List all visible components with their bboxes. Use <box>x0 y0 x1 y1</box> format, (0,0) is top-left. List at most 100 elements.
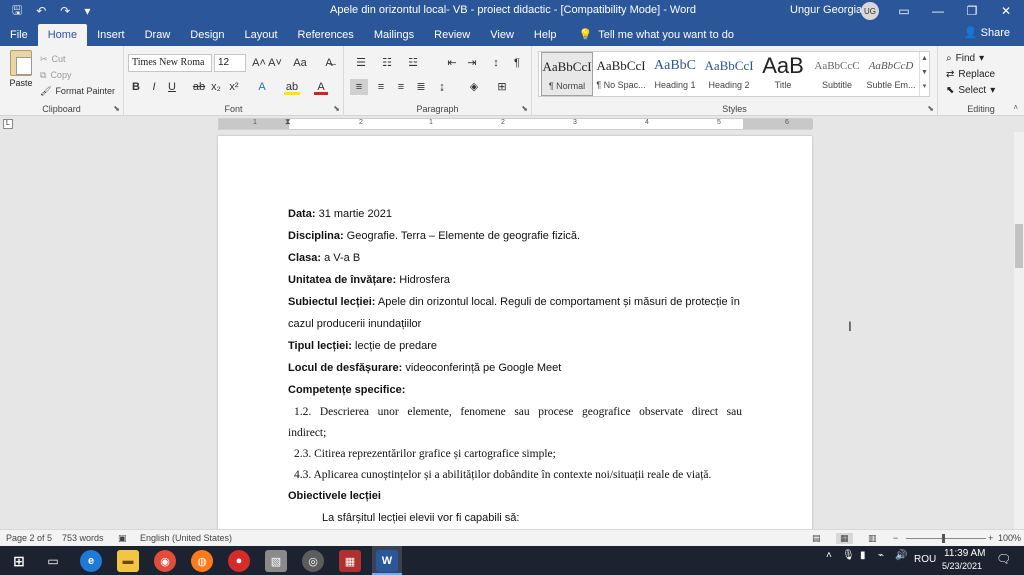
styles-launcher-icon[interactable]: ⬊ <box>927 104 934 113</box>
user-name[interactable]: Ungur Georgian <box>790 4 868 16</box>
font-name-dropdown[interactable]: Times New Roma <box>128 54 212 72</box>
style-normal[interactable]: AaBbCcI ¶ Normal <box>541 52 593 96</box>
read-mode-icon[interactable]: ▤ <box>812 533 821 544</box>
web-layout-icon[interactable]: ▥ <box>868 533 877 544</box>
firefox-icon[interactable]: ◍ <box>191 550 213 572</box>
grow-font-icon[interactable]: A˄ <box>252 55 266 71</box>
print-layout-icon[interactable]: ▦ <box>836 533 853 544</box>
paragraph-launcher-icon[interactable]: ⬊ <box>521 104 528 113</box>
show-marks-icon[interactable]: ¶ <box>510 55 524 71</box>
zoom-in-icon[interactable]: + <box>988 533 993 543</box>
tab-design[interactable]: Design <box>180 24 234 46</box>
language-status[interactable]: English (United States) <box>140 533 232 543</box>
format-painter-button[interactable]: 🖌 Format Painter <box>40 83 115 99</box>
vertical-scrollbar[interactable] <box>1014 132 1024 529</box>
bold-icon[interactable]: B <box>130 79 142 95</box>
tab-review[interactable]: Review <box>424 24 480 46</box>
sort-icon[interactable]: ↕ <box>488 55 504 71</box>
avatar[interactable]: UG <box>861 2 879 20</box>
network-icon[interactable]: ⌁ <box>878 550 884 561</box>
edge-icon[interactable]: e <box>80 550 102 572</box>
style-no-spacing[interactable]: AaBbCcI ¶ No Spac... <box>595 52 647 96</box>
tab-references[interactable]: References <box>288 24 364 46</box>
file-explorer-icon[interactable]: ▬ <box>117 550 139 572</box>
justify-icon[interactable]: ≣ <box>412 79 430 95</box>
save-icon[interactable]: 🖫 <box>12 1 22 22</box>
superscript-icon[interactable]: x² <box>228 79 240 95</box>
copy-button[interactable]: ⧉ Copy <box>40 67 115 83</box>
word-icon[interactable]: W <box>376 550 398 572</box>
tab-insert[interactable]: Insert <box>87 24 135 46</box>
italic-icon[interactable]: I <box>148 79 160 95</box>
clipboard-launcher-icon[interactable]: ⬊ <box>113 104 120 113</box>
align-left-icon[interactable]: ≡ <box>350 79 368 95</box>
zoom-level[interactable]: 100% <box>998 533 1021 543</box>
close-icon[interactable]: ✕ <box>989 0 1023 22</box>
style-subtitle[interactable]: AaBbCcC Subtitle <box>811 52 863 96</box>
style-heading-2[interactable]: AaBbCcI Heading 2 <box>703 52 755 96</box>
share-button[interactable]: 👤 Share <box>964 26 1010 39</box>
replace-button[interactable]: ⇄ Replace <box>946 67 995 83</box>
tab-draw[interactable]: Draw <box>135 24 181 46</box>
select-button[interactable]: ⬉ Select ▾ <box>946 83 995 99</box>
horizontal-ruler[interactable]: 1 2 1 2 3 4 5 6 7 ⧗ <box>218 117 813 130</box>
microphone-icon[interactable]: 🎙 <box>842 550 855 561</box>
clock-time[interactable]: 11:39 AM <box>944 548 986 559</box>
find-button[interactable]: ⌕ Find ▾ <box>946 51 984 67</box>
tab-home[interactable]: Home <box>37 24 88 46</box>
undo-icon[interactable]: ↶ <box>36 4 46 18</box>
page-count[interactable]: Page 2 of 5 <box>6 533 52 543</box>
zoom-slider[interactable] <box>906 538 986 539</box>
underline-icon[interactable]: U <box>166 79 178 95</box>
task-view-icon[interactable]: ▭ <box>42 550 64 572</box>
highlight-icon[interactable]: ab <box>284 79 300 95</box>
redo-icon[interactable]: ↷ <box>60 4 70 18</box>
tab-file[interactable]: File <box>0 24 38 46</box>
tab-help[interactable]: Help <box>524 24 567 46</box>
multilevel-list-icon[interactable]: ☳ <box>404 55 422 71</box>
zoom-out-icon[interactable]: − <box>893 533 898 543</box>
align-right-icon[interactable]: ≡ <box>392 79 410 95</box>
tab-selector-icon[interactable]: L <box>3 119 13 129</box>
chrome-icon[interactable]: ◉ <box>154 550 176 572</box>
tell-me-search[interactable]: 💡 Tell me what you want to do <box>567 24 734 46</box>
style-title[interactable]: AaB Title <box>757 52 809 96</box>
battery-icon[interactable]: ▮ <box>860 550 866 561</box>
windows-start-icon[interactable]: ⊞ <box>8 550 30 572</box>
tab-view[interactable]: View <box>480 24 524 46</box>
clear-formatting-icon[interactable]: A̶ <box>322 55 336 71</box>
increase-indent-icon[interactable]: ⇥ <box>464 55 480 71</box>
style-subtle-emphasis[interactable]: AaBbCcD Subtle Em... <box>865 52 917 96</box>
customize-qat-icon[interactable]: ▾ <box>84 4 90 18</box>
minimize-icon[interactable]: — <box>921 0 955 22</box>
scrollbar-thumb[interactable] <box>1015 224 1023 268</box>
document-page[interactable]: Data: 31 martie 2021 Disciplina: Geograf… <box>218 136 812 529</box>
maximize-icon[interactable]: ❐ <box>955 0 989 22</box>
indent-marker-icon[interactable]: ⧗ <box>285 117 291 127</box>
line-spacing-icon[interactable]: ↨ <box>434 79 450 95</box>
shrink-font-icon[interactable]: A˅ <box>268 55 282 71</box>
style-heading-1[interactable]: AaBbC Heading 1 <box>649 52 701 96</box>
presentation-app-icon[interactable]: ▦ <box>339 550 361 572</box>
collapse-ribbon-icon[interactable]: ˄ <box>1013 103 1018 112</box>
paste-button[interactable]: Paste <box>6 50 36 88</box>
align-center-icon[interactable]: ≡ <box>372 79 390 95</box>
show-hidden-icons-icon[interactable]: ˄ <box>826 550 832 561</box>
cut-button[interactable]: ✂ Cut <box>40 51 115 67</box>
tab-layout[interactable]: Layout <box>235 24 288 46</box>
styles-scroll-icon[interactable]: ▲ ▼ ▾ <box>919 52 929 96</box>
tab-mailings[interactable]: Mailings <box>364 24 424 46</box>
subscript-icon[interactable]: x₂ <box>210 79 222 95</box>
app-icon[interactable]: ▧ <box>265 550 287 572</box>
font-color-icon[interactable]: A <box>314 79 328 95</box>
borders-icon[interactable]: ⊞ <box>494 79 510 95</box>
media-app-icon[interactable]: ◎ <box>302 550 324 572</box>
text-effects-icon[interactable]: A <box>254 79 270 95</box>
numbering-icon[interactable]: ☷ <box>378 55 396 71</box>
word-count[interactable]: 753 words <box>62 533 104 543</box>
ribbon-display-options-icon[interactable]: ▭ <box>887 0 921 22</box>
shading-icon[interactable]: ◈ <box>466 79 482 95</box>
strikethrough-icon[interactable]: ab <box>192 79 206 95</box>
font-launcher-icon[interactable]: ⬊ <box>333 104 340 113</box>
zoom-slider-thumb[interactable] <box>942 534 945 543</box>
